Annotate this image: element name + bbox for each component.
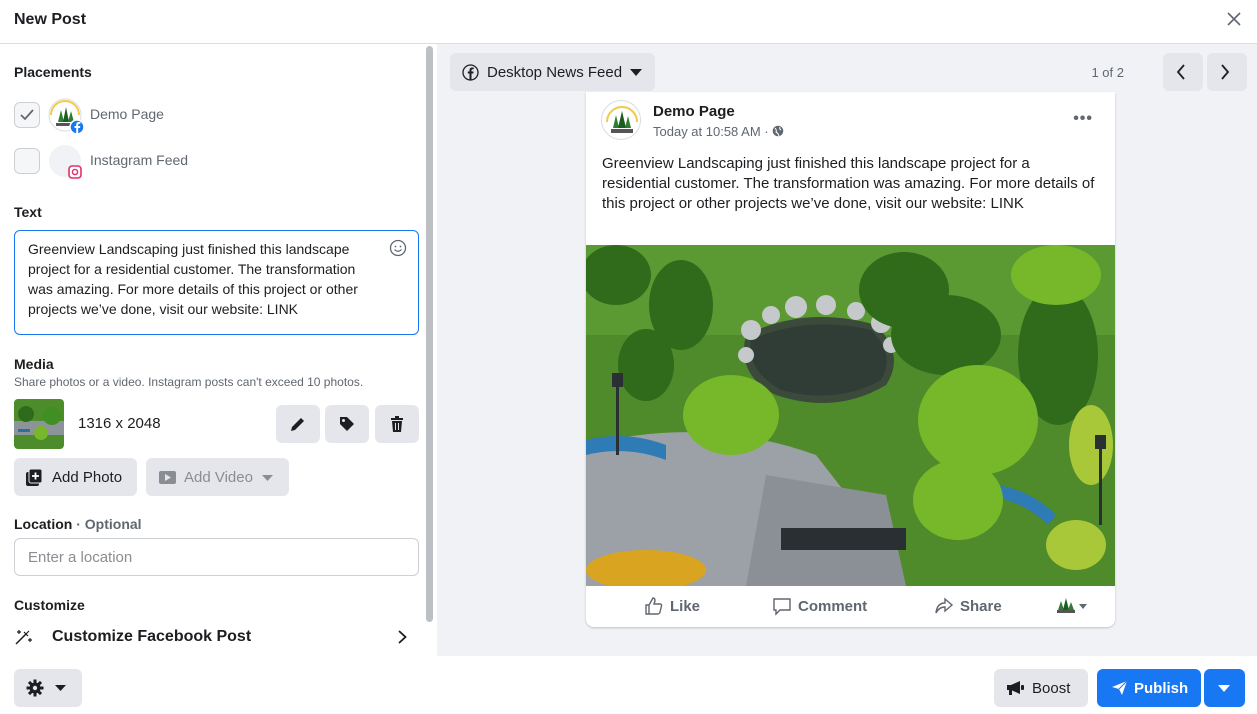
post-timestamp: Today at 10:58 AM · — [653, 124, 784, 139]
post-text-value: Greenview Landscaping just finished this… — [28, 241, 358, 317]
delete-media-button[interactable] — [375, 405, 419, 443]
placement-checkbox[interactable] — [14, 102, 40, 128]
chevron-left-icon — [1176, 64, 1185, 80]
feed-type-label: Desktop News Feed — [487, 64, 623, 81]
composer-panel: Placements Demo Page Instagram Feed Text… — [0, 44, 436, 656]
media-dimensions: 1316 x 2048 — [78, 415, 161, 432]
comment-label: Comment — [798, 598, 868, 615]
post-body-text: Greenview Landscaping just finished this… — [602, 155, 1095, 212]
placements-title: Placements — [14, 64, 92, 80]
tag-icon — [340, 417, 354, 431]
send-icon — [1112, 680, 1128, 695]
preview-panel: Desktop News Feed 1 of 2 Demo Page Today… — [437, 44, 1257, 656]
post-page-name: Demo Page — [653, 103, 735, 120]
video-icon — [159, 471, 176, 484]
chevron-right-icon — [1221, 64, 1230, 80]
media-title: Media — [14, 356, 54, 372]
share-label: Share — [960, 598, 1002, 615]
gear-icon — [26, 679, 44, 697]
location-title-text: Location — [14, 516, 73, 532]
location-input[interactable]: Enter a location — [14, 538, 419, 576]
megaphone-icon — [1007, 681, 1024, 695]
globe-icon — [772, 125, 784, 137]
caret-down-icon — [262, 475, 273, 481]
instagram-avatar — [48, 144, 82, 179]
post-preview-card: Demo Page Today at 10:58 AM · ••• Greenv… — [586, 92, 1115, 627]
customize-title: Customize — [14, 597, 85, 613]
page-avatar-small-icon — [1057, 598, 1087, 613]
post-time-text: Today at 10:58 AM · — [653, 124, 769, 139]
add-photo-label: Add Photo — [52, 469, 123, 486]
placement-demo-page[interactable]: Demo Page — [14, 98, 414, 135]
tag-media-button[interactable] — [325, 405, 369, 443]
preview-pager: 1 of 2 — [1091, 65, 1124, 80]
media-thumbnail[interactable] — [14, 399, 64, 449]
post-image[interactable] — [586, 245, 1115, 586]
caret-down-icon — [1218, 685, 1230, 692]
post-text-input[interactable]: Greenview Landscaping just finished this… — [14, 230, 419, 335]
composer-scrollbar[interactable] — [426, 46, 433, 622]
placement-instagram-feed[interactable]: Instagram Feed — [14, 144, 414, 180]
settings-button[interactable] — [14, 669, 82, 707]
trash-icon — [391, 416, 403, 432]
location-optional: · Optional — [76, 516, 142, 532]
post-actions-bar: Like Comment Share — [586, 586, 1115, 627]
previous-preview-button[interactable] — [1163, 53, 1203, 91]
publish-label: Publish — [1134, 680, 1189, 697]
more-options-icon[interactable]: ••• — [1073, 110, 1093, 128]
caret-down-icon — [630, 69, 642, 76]
boost-button[interactable]: Boost — [994, 669, 1088, 707]
next-preview-button[interactable] — [1207, 53, 1247, 91]
add-photo-button[interactable]: Add Photo — [14, 458, 137, 496]
placement-label: Instagram Feed — [90, 152, 189, 168]
boost-label: Boost — [1032, 680, 1071, 697]
like-label: Like — [670, 598, 701, 615]
modal-header: New Post — [0, 0, 1257, 44]
instagram-badge-icon — [68, 165, 82, 179]
placement-checkbox[interactable] — [14, 148, 40, 174]
chevron-right-icon — [398, 630, 407, 644]
sparkle-icon — [15, 630, 32, 645]
modal-title: New Post — [14, 11, 87, 28]
customize-row-label: Customize Facebook Post — [52, 628, 252, 645]
close-icon[interactable] — [1223, 8, 1245, 30]
customize-facebook-post-row[interactable]: Customize Facebook Post — [14, 624, 419, 650]
text-title: Text — [14, 204, 42, 220]
modal-footer: Boost Publish — [0, 656, 1257, 714]
edit-media-button[interactable] — [276, 405, 320, 443]
publish-options-button[interactable] — [1204, 669, 1245, 707]
add-photo-icon — [26, 469, 43, 486]
pencil-icon — [291, 418, 304, 431]
publish-button[interactable]: Publish — [1097, 669, 1201, 707]
caret-down-icon — [55, 685, 66, 691]
placement-label: Demo Page — [90, 106, 164, 122]
comment-icon — [773, 598, 791, 616]
emoji-icon[interactable] — [389, 239, 407, 257]
location-title: Location · Optional — [14, 516, 142, 532]
page-avatar — [48, 98, 85, 135]
feed-type-select[interactable]: Desktop News Feed — [450, 53, 655, 91]
add-video-label: Add Video — [184, 469, 253, 486]
add-video-button[interactable]: Add Video — [146, 458, 289, 496]
share-icon — [935, 597, 954, 614]
page-avatar — [601, 100, 641, 140]
facebook-icon — [462, 64, 479, 81]
thumbs-up-icon — [645, 597, 663, 615]
media-subtitle: Share photos or a video. Instagram posts… — [14, 375, 364, 389]
